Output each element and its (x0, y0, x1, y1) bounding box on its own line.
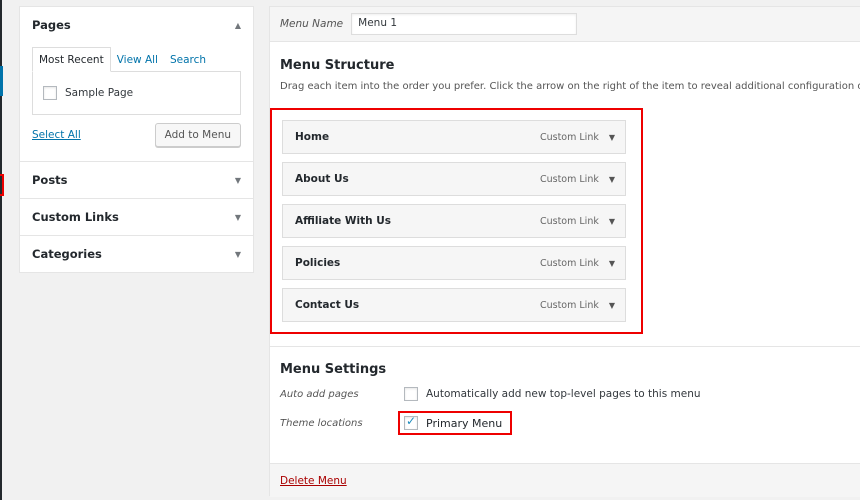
menu-items-list: Home Custom Link ▼ About Us Custom Link … (270, 108, 643, 334)
item-expand-arrow-icon[interactable]: ▼ (609, 133, 615, 142)
menu-item-title: About Us (295, 173, 349, 185)
expand-arrow-icon[interactable]: ▼ (235, 213, 241, 222)
add-menu-items-panel: Pages ▲ Most Recent View All Search Samp… (19, 6, 254, 273)
delete-menu-link[interactable]: Delete Menu (280, 475, 347, 487)
auto-add-pages-label: Auto add pages (280, 388, 359, 400)
auto-add-pages-option[interactable]: Automatically add new top-level pages to… (426, 388, 701, 400)
pages-tabs: Most Recent View All Search (32, 43, 241, 72)
auto-add-pages-checkbox[interactable] (404, 387, 418, 401)
menu-name-bar: Menu Name Menu 1 (270, 7, 860, 42)
menu-name-input[interactable]: Menu 1 (351, 13, 578, 35)
menu-item[interactable]: Policies Custom Link ▼ (282, 246, 626, 280)
menu-item-type: Custom Link (539, 215, 599, 227)
menu-item-type: Custom Link (539, 131, 599, 143)
menu-item-title: Affiliate With Us (295, 215, 392, 227)
tab-view-all[interactable]: View All (111, 48, 164, 71)
item-expand-arrow-icon[interactable]: ▼ (609, 259, 615, 268)
categories-section-title: Categories (32, 247, 102, 261)
pages-section-body: Most Recent View All Search Sample Page … (20, 43, 253, 161)
pages-tab-panel: Sample Page (32, 71, 241, 115)
settings-divider (270, 346, 860, 347)
menu-name-label: Menu Name (280, 18, 344, 30)
sample-page-checkbox[interactable] (43, 86, 57, 100)
menu-item-type: Custom Link (539, 299, 599, 311)
admin-menu-active-marker (0, 66, 3, 96)
menu-item-title: Policies (295, 257, 341, 269)
sample-page-label[interactable]: Sample Page (65, 87, 133, 99)
menu-settings-title: Menu Settings (280, 362, 387, 377)
custom-links-section-header[interactable]: Custom Links ▼ (20, 199, 253, 235)
menu-item[interactable]: About Us Custom Link ▼ (282, 162, 626, 196)
posts-section-title: Posts (32, 173, 68, 187)
item-expand-arrow-icon[interactable]: ▼ (609, 217, 615, 226)
posts-section-header[interactable]: Posts ▼ (20, 162, 253, 198)
menu-item-title: Home (295, 131, 330, 143)
posts-section: Posts ▼ (20, 162, 253, 199)
menu-item[interactable]: Affiliate With Us Custom Link ▼ (282, 204, 626, 238)
pages-section-title: Pages (32, 18, 71, 32)
pages-section-header[interactable]: Pages ▲ (20, 7, 253, 43)
menu-item-type: Custom Link (539, 173, 599, 185)
categories-section-header[interactable]: Categories ▼ (20, 236, 253, 272)
admin-menu-highlight-marker (0, 174, 4, 196)
menu-structure-title: Menu Structure (280, 58, 395, 73)
expand-arrow-icon[interactable]: ▼ (235, 176, 241, 185)
theme-locations-label: Theme locations (280, 417, 363, 429)
menu-structure-description: Drag each item into the order you prefer… (280, 81, 860, 92)
auto-add-pages-row: Auto add pages Automatically add new top… (280, 387, 840, 401)
menu-editor-panel: Menu Name Menu 1 Menu Structure Drag eac… (269, 6, 860, 497)
tab-most-recent[interactable]: Most Recent (32, 47, 111, 72)
add-to-menu-button[interactable]: Add to Menu (154, 123, 241, 147)
menu-footer-bar: Delete Menu (270, 463, 860, 497)
collapse-arrow-icon[interactable]: ▲ (235, 21, 241, 30)
custom-links-section: Custom Links ▼ (20, 199, 253, 236)
custom-links-section-title: Custom Links (32, 210, 119, 224)
theme-locations-row: Theme locations Primary Menu (280, 411, 840, 435)
select-all-link[interactable]: Select All (32, 129, 81, 141)
pages-actions: Select All Add to Menu (32, 123, 241, 147)
categories-section: Categories ▼ (20, 236, 253, 272)
primary-menu-checkbox[interactable] (404, 414, 418, 430)
tab-search[interactable]: Search (164, 48, 212, 71)
menu-item-type: Custom Link (539, 257, 599, 269)
menu-item[interactable]: Contact Us Custom Link ▼ (282, 288, 626, 322)
expand-arrow-icon[interactable]: ▼ (235, 250, 241, 259)
menu-settings-section: Menu Settings Auto add pages Automatical… (280, 362, 840, 435)
primary-menu-option: Primary Menu (398, 411, 513, 435)
menu-structure-section: Menu Structure Drag each item into the o… (270, 42, 860, 92)
primary-menu-label[interactable]: Primary Menu (426, 417, 502, 430)
item-expand-arrow-icon[interactable]: ▼ (609, 301, 615, 310)
menu-item[interactable]: Home Custom Link ▼ (282, 120, 626, 154)
pages-section: Pages ▲ Most Recent View All Search Samp… (20, 7, 253, 162)
item-expand-arrow-icon[interactable]: ▼ (609, 175, 615, 184)
menu-item-title: Contact Us (295, 299, 360, 311)
